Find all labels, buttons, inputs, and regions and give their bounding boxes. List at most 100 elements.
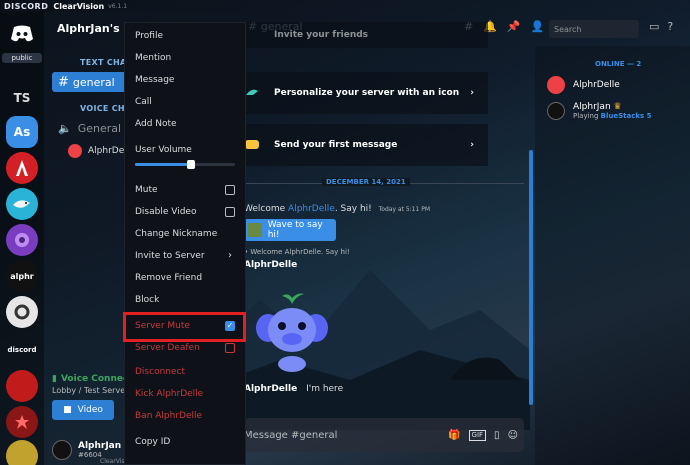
menu-kick[interactable]: Kick AlphrDelle <box>135 389 203 399</box>
hash-icon: # <box>58 74 69 90</box>
message-input[interactable]: Message #general 🎁 GIF ▯ ☺ <box>244 418 524 452</box>
voice-channel-general[interactable]: 🔈 General <box>58 122 121 135</box>
menu-call[interactable]: Call <box>135 97 152 107</box>
home-button[interactable] <box>6 18 38 50</box>
menu-disable-video[interactable]: Disable Video <box>135 207 196 217</box>
discord-logo-icon <box>11 25 33 42</box>
menu-mention[interactable]: Mention <box>135 53 171 63</box>
member-status-game: BlueStacks 5 <box>600 112 652 120</box>
menu-disconnect[interactable]: Disconnect <box>135 367 185 377</box>
chevron-right-icon: › <box>470 140 474 150</box>
voice-location[interactable]: Lobby / Test Server <box>52 386 128 395</box>
channel-general-label: general <box>72 75 115 89</box>
help-icon[interactable]: ? <box>667 20 673 33</box>
server-shark-icon[interactable] <box>6 188 38 220</box>
message-bubble-icon <box>245 140 259 149</box>
video-label: Video <box>77 405 103 415</box>
disable-video-checkbox[interactable] <box>225 207 235 217</box>
sticker-icon[interactable]: ▯ <box>494 430 500 441</box>
card-server-icon-label: Personalize your server with an icon <box>274 88 460 98</box>
welcome-message: Welcome AlphrDelle. Say hi! Today at 5:1… <box>244 204 430 214</box>
message-second-author[interactable]: AlphrDelle <box>244 384 297 394</box>
server-as[interactable]: As <box>6 116 38 148</box>
menu-message[interactable]: Message <box>135 75 174 85</box>
server-alphr[interactable]: alphr <box>6 260 38 292</box>
member-alphrdelle[interactable]: AlphrDelle <box>547 76 620 94</box>
avatar <box>68 144 82 158</box>
user-name: AlphrJan <box>78 441 122 451</box>
chat-scrollbar[interactable] <box>529 150 533 405</box>
brand-label: DISCORD <box>4 1 49 11</box>
video-button[interactable]: ■ Video <box>52 400 114 420</box>
wave-button[interactable]: Wave to say hi! <box>244 219 336 241</box>
app-version: v6.1.1 <box>108 2 128 10</box>
voice-channel-label: General <box>77 122 122 135</box>
gif-icon[interactable]: GIF <box>468 429 487 441</box>
card-first-message[interactable]: Send your first message › <box>244 124 488 166</box>
search-input[interactable]: Search <box>549 20 639 38</box>
server-deafen-checkbox[interactable] <box>225 343 235 353</box>
welcome-suffix: . Say hi! <box>334 204 372 214</box>
hummingbird-icon <box>246 89 258 95</box>
member-alphrdelle-label: AlphrDelle <box>573 80 620 90</box>
message-input-placeholder: Message #general <box>244 429 338 441</box>
avatar <box>547 102 565 120</box>
server-yellow-icon[interactable] <box>6 440 38 465</box>
members-icon[interactable]: 👤 <box>531 20 545 33</box>
mute-checkbox[interactable] <box>225 185 235 195</box>
message-second-text: I'm here <box>306 384 344 394</box>
server-discord-bots[interactable]: discord <box>6 334 38 366</box>
pin-icon[interactable]: 📌 <box>507 20 521 33</box>
menu-change-nickname[interactable]: Change Nickname <box>135 229 217 239</box>
speaker-icon: 🔈 <box>58 122 72 135</box>
welcome-prefix: Welcome <box>244 204 289 214</box>
user-panel[interactable]: AlphrJan #6604 <box>52 440 121 460</box>
menu-server-deafen[interactable]: Server Deafen <box>135 343 200 353</box>
message-second: AlphrDelle I'm here <box>244 384 343 394</box>
menu-add-note[interactable]: Add Note <box>135 119 177 129</box>
signal-icon: ▮ <box>52 374 57 384</box>
chevron-right-icon: › <box>228 250 232 261</box>
member-status-prefix: Playing <box>573 112 601 120</box>
member-list: ONLINE — 2 AlphrDelle AlphrJan ♛ Playing… <box>535 46 690 465</box>
gift-icon[interactable]: 🎁 <box>448 430 460 441</box>
online-header: ONLINE — 2 <box>595 60 642 68</box>
menu-block[interactable]: Block <box>135 295 159 305</box>
server-maroon-icon[interactable] <box>6 406 38 438</box>
welcome-time: Today at 5:11 PM <box>378 206 431 213</box>
volume-slider[interactable] <box>135 160 235 169</box>
volume-slider-fill <box>135 163 191 166</box>
wave-label: Wave to say hi! <box>267 220 323 240</box>
server-ring-icon[interactable] <box>6 296 38 328</box>
chevron-right-icon: › <box>470 88 474 98</box>
server-red-icon[interactable] <box>6 152 38 184</box>
member-alphrjan-label: AlphrJan <box>573 102 611 112</box>
message-author[interactable]: AlphrDelle <box>244 260 297 270</box>
card-server-icon[interactable]: Personalize your server with an icon › <box>244 72 488 114</box>
menu-ban[interactable]: Ban AlphrDelle <box>135 411 202 421</box>
menu-mute[interactable]: Mute <box>135 185 158 195</box>
server-ts[interactable]: TS <box>6 82 38 114</box>
app-name: ClearVision <box>53 1 105 11</box>
welcome-user[interactable]: AlphrDelle <box>288 204 335 214</box>
reply-line: • Welcome AlphrDelle. Say hi! <box>244 248 350 256</box>
card-first-message-label: Send your first message <box>274 140 398 150</box>
channel-general[interactable]: # general <box>52 72 132 92</box>
camera-icon: ■ <box>63 405 72 415</box>
user-context-menu: Profile Mention Message Call Add Note Us… <box>124 22 246 465</box>
menu-invite-to-server[interactable]: Invite to Server <box>135 251 205 261</box>
avatar <box>547 76 565 94</box>
emoji-icon[interactable]: ☺ <box>508 430 518 441</box>
server-purple-icon[interactable] <box>6 224 38 256</box>
menu-profile[interactable]: Profile <box>135 31 163 41</box>
member-alphrjan[interactable]: AlphrJan ♛ Playing BlueStacks 5 <box>547 102 652 120</box>
inbox-icon[interactable]: ▭ <box>649 20 659 33</box>
menu-copy-id[interactable]: Copy ID <box>135 437 170 447</box>
volume-slider-handle[interactable] <box>187 160 195 169</box>
server-dark-red-icon[interactable] <box>6 370 38 402</box>
avatar <box>52 440 72 460</box>
menu-remove-friend[interactable]: Remove Friend <box>135 273 202 283</box>
title-bar: DISCORD ClearVision v6.1.1 <box>0 0 690 12</box>
server-rail: public TS As alphr discord <box>0 12 44 465</box>
card-invite[interactable]: Invite your friends <box>244 22 488 48</box>
